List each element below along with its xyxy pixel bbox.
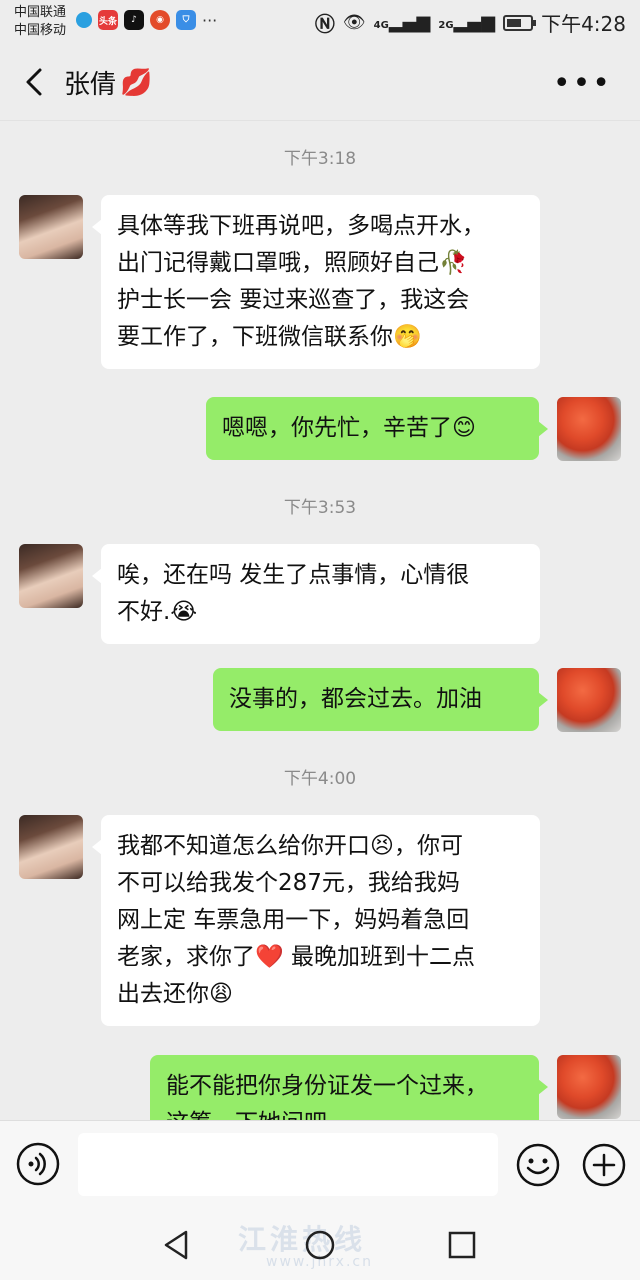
- carrier-1: 中国联通: [14, 5, 67, 20]
- incoming-message[interactable]: 我都不知道怎么给你开口😣，你可 不可以给我发个287元，我给我妈 网上定 车票急…: [92, 815, 540, 1026]
- timestamp: 下午3:53: [283, 498, 357, 518]
- outgoing-message[interactable]: 能不能把你身份证发一个过来， 这筹一下她问吧: [150, 1055, 548, 1120]
- tiktok-icon: ♪: [124, 10, 144, 30]
- shield-icon: ⛉: [176, 10, 196, 30]
- message-line: 唉，还在吗 发生了点事情，心情很: [117, 562, 470, 588]
- message-line: 没事的，都会过去。加油: [229, 686, 482, 712]
- chat-title: 张倩 💋: [64, 64, 152, 101]
- battery-icon: [503, 14, 537, 31]
- nfc-icon: Ⓝ: [314, 12, 335, 36]
- message-line: 这筹一下她问吧: [166, 1105, 523, 1120]
- lips-icon: 💋: [120, 67, 153, 98]
- nav-recents-icon[interactable]: [445, 1228, 479, 1262]
- message-line: 具体等我下班再说吧，多喝点开水，: [117, 213, 485, 239]
- more-notifications-icon: ···: [202, 10, 218, 30]
- more-options-icon[interactable]: •••: [553, 66, 612, 101]
- eye-icon: 👁: [342, 12, 366, 33]
- back-icon[interactable]: [18, 64, 54, 100]
- incoming-message[interactable]: 具体等我下班再说吧，多喝点开水， 出门记得戴口罩哦，照顾好自己🥀 护士长一会 要…: [92, 195, 540, 369]
- incoming-message[interactable]: 唉，还在吗 发生了点事情，心情很 不好.😭: [92, 544, 540, 644]
- voice-icon[interactable]: [16, 1142, 60, 1186]
- outgoing-message[interactable]: 没事的，都会过去。加油: [213, 668, 548, 731]
- message-line: 出去还你😩: [117, 981, 233, 1007]
- timestamp: 下午3:18: [283, 149, 357, 169]
- app-notify-icon: [76, 12, 92, 28]
- my-avatar[interactable]: [557, 1055, 621, 1119]
- emoji-icon[interactable]: [515, 1142, 561, 1188]
- nav-home-icon[interactable]: [303, 1228, 337, 1262]
- timestamp: 下午4:00: [283, 769, 357, 789]
- message-line: 嗯嗯，你先忙，辛苦了😊: [222, 415, 476, 441]
- contact-avatar[interactable]: [19, 195, 83, 259]
- toutiao-label: 头条: [98, 16, 117, 27]
- my-avatar[interactable]: [557, 668, 621, 732]
- net-type-2: 2G: [438, 20, 454, 31]
- message-list[interactable]: 下午3:18 具体等我下班再说吧，多喝点开水， 出门记得戴口罩哦，照顾好自己🥀 …: [0, 121, 640, 1120]
- contact-name: 张倩: [64, 70, 117, 100]
- app-red-icon: ◉: [150, 10, 170, 30]
- outgoing-message[interactable]: 嗯嗯，你先忙，辛苦了😊: [206, 397, 548, 460]
- system-navigation: 江淮热线 www.jhrx.cn: [0, 1210, 640, 1280]
- message-line: 不可以给我发个287元，我给我妈: [117, 870, 460, 896]
- message-input[interactable]: [78, 1133, 498, 1196]
- message-line: 护士长一会 要过来巡查了，我这会: [117, 287, 470, 313]
- signal-2: 2G▂▄▆: [438, 12, 496, 33]
- toutiao-icon: 头条: [98, 10, 118, 30]
- system-indicators: Ⓝ 👁 4G▂▄▆ 2G▂▄▆ 下午4:28: [315, 8, 626, 37]
- message-line: 老家，求你了❤️ 最晚加班到十二点: [117, 944, 475, 970]
- input-bar: [0, 1120, 640, 1211]
- message-line: 我都不知道怎么给你开口😣，你可: [117, 833, 463, 859]
- carrier-info: 中国联通 中国移动: [14, 4, 66, 40]
- message-line: 不好.😭: [117, 599, 198, 625]
- nav-back-icon[interactable]: [160, 1228, 194, 1262]
- message-line: 网上定 车票急用一下，妈妈着急回: [117, 907, 470, 933]
- contact-avatar[interactable]: [19, 815, 83, 879]
- notification-icons: 头条 ♪ ◉ ⛉ ···: [76, 10, 217, 30]
- status-bar: 中国联通 中国移动 头条 ♪ ◉ ⛉ ··· Ⓝ 👁 4G▂▄▆ 2G▂▄▆ 下…: [0, 0, 640, 44]
- signal-1: 4G▂▄▆: [373, 12, 431, 33]
- clock: 下午4:28: [541, 12, 626, 36]
- my-avatar[interactable]: [557, 397, 621, 461]
- message-line: 能不能把你身份证发一个过来，: [166, 1073, 488, 1099]
- message-line: 要工作了，下班微信联系你🤭: [117, 324, 422, 350]
- chat-header: 张倩 💋 •••: [0, 44, 640, 121]
- net-type-1: 4G: [373, 20, 389, 31]
- contact-avatar[interactable]: [19, 544, 83, 608]
- carrier-2: 中国移动: [14, 23, 67, 38]
- plus-icon[interactable]: [581, 1142, 627, 1188]
- message-line: 出门记得戴口罩哦，照顾好自己🥀: [117, 250, 468, 276]
- watermark: 江淮热线: [238, 1223, 367, 1256]
